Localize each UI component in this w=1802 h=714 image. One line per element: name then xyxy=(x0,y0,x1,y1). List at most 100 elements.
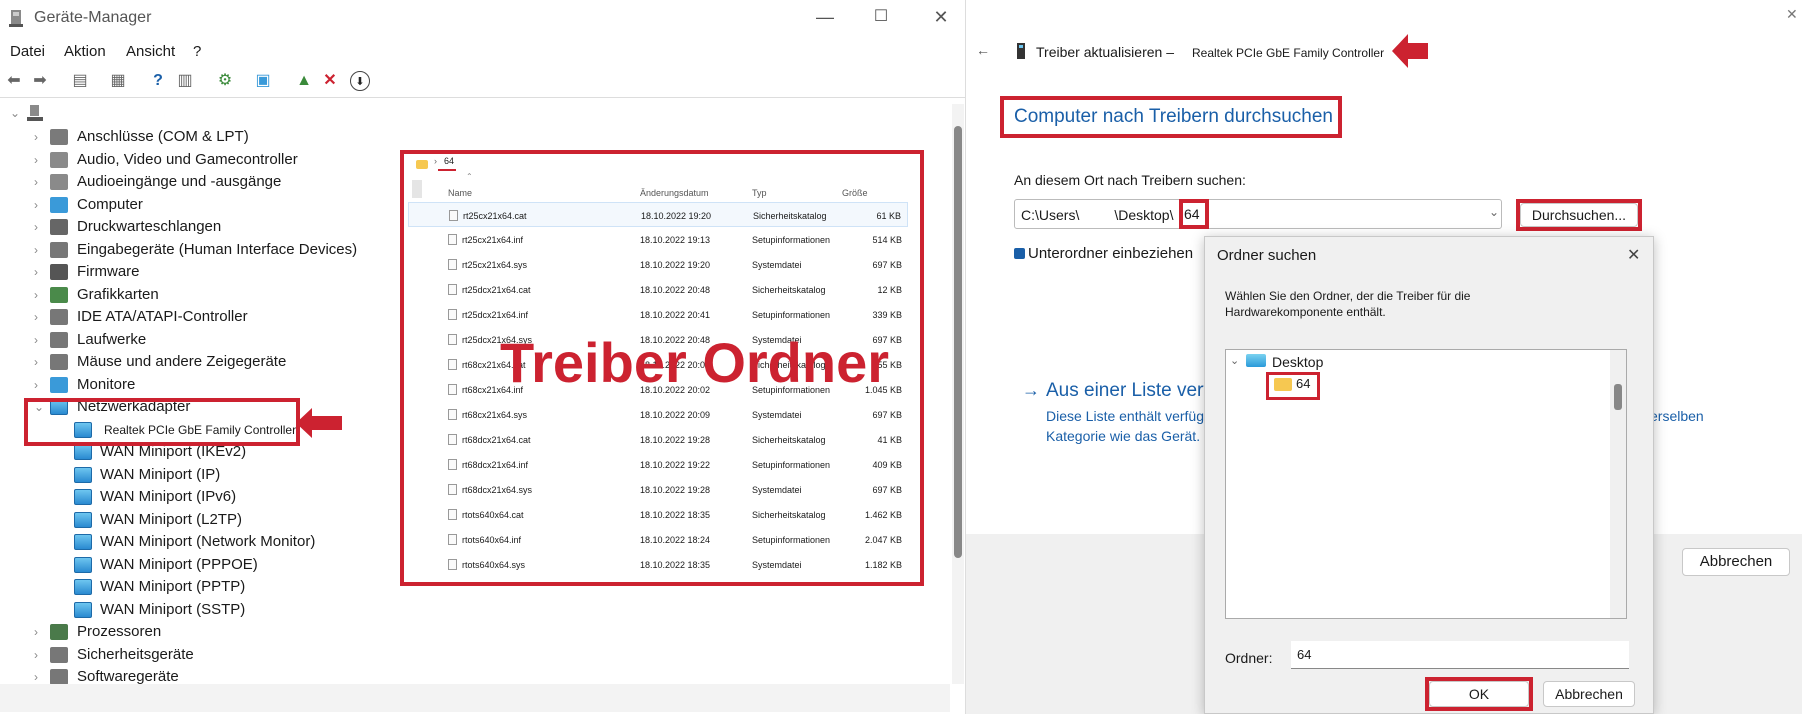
tree-category[interactable]: › Laufwerke xyxy=(0,329,400,351)
chevron-right-icon[interactable]: › xyxy=(34,306,46,328)
chevron-right-icon[interactable]: › xyxy=(34,261,46,283)
ide-icon xyxy=(50,309,68,325)
folder-dialog-desc-1: Wählen Sie den Ordner, der die Treiber f… xyxy=(1225,289,1471,303)
network-adapter-label: WAN Miniport (PPPOE) xyxy=(100,555,258,573)
chevron-right-icon[interactable]: › xyxy=(34,329,46,351)
scrollbar-thumb[interactable] xyxy=(954,126,962,558)
gpu-icon xyxy=(50,286,68,303)
chevron-right-icon[interactable]: › xyxy=(34,284,46,306)
tree-category[interactable]: › Druckwarteschlangen xyxy=(0,216,400,238)
hid-icon xyxy=(50,241,68,258)
tree-category[interactable]: › Audioeingänge und -ausgänge xyxy=(0,171,400,193)
back-arrow-icon[interactable]: ← xyxy=(976,42,990,58)
ok-button[interactable]: OK xyxy=(1429,681,1529,707)
chevron-right-icon[interactable]: › xyxy=(34,239,46,261)
tree-category[interactable]: › Sicherheitsgeräte xyxy=(0,644,400,666)
tree-category-label: Druckwarteschlangen xyxy=(77,218,222,235)
chevron-right-icon[interactable]: › xyxy=(34,149,46,171)
chevron-right-icon[interactable]: › xyxy=(34,194,46,216)
wan-miniport-item[interactable]: WAN Miniport (IPv6) xyxy=(0,486,400,508)
network-adapter-label: WAN Miniport (IP) xyxy=(100,465,221,483)
tree-vertical-scrollbar[interactable] xyxy=(952,104,964,684)
wan-miniport-item[interactable]: WAN Miniport (Network Monitor) xyxy=(0,531,400,553)
tree-expand-icon[interactable]: ⌄ xyxy=(1230,354,1239,367)
wan-miniport-item[interactable]: WAN Miniport (PPTP) xyxy=(0,576,400,598)
highlight-driver-folder xyxy=(400,150,924,586)
cancel-button[interactable]: Abbrechen xyxy=(1682,548,1790,576)
minimize-button[interactable]: — xyxy=(812,6,838,28)
install-driver-icon[interactable]: ▲ xyxy=(294,71,314,91)
wan-miniport-item[interactable]: WAN Miniport (SSTP) xyxy=(0,599,400,621)
uninstall-icon[interactable]: ✕ xyxy=(320,71,340,91)
path-highlight-value: 64 xyxy=(1184,206,1200,222)
chevron-right-icon[interactable]: › xyxy=(34,644,46,666)
tree-category[interactable]: › Mäuse und andere Zeigegeräte xyxy=(0,351,400,373)
speaker-icon xyxy=(50,151,68,168)
tree-category[interactable]: › Monitore xyxy=(0,374,400,396)
drive-icon xyxy=(50,331,68,348)
menu-help[interactable]: ? xyxy=(193,43,201,60)
device-manager-window: Geräte-Manager — ☐ ✕ Datei Aktion Ansich… xyxy=(0,0,966,714)
chevron-right-icon[interactable]: › xyxy=(34,351,46,373)
wan-miniport-item[interactable]: WAN Miniport (IP) xyxy=(0,464,400,486)
chevron-right-icon[interactable]: › xyxy=(34,216,46,238)
maximize-button[interactable]: ☐ xyxy=(868,6,894,28)
tree-category[interactable]: › Firmware xyxy=(0,261,400,283)
mouse-icon xyxy=(50,354,68,370)
tree-horizontal-scrollbar[interactable] xyxy=(0,684,950,712)
tree-category[interactable]: › Audio, Video und Gamecontroller xyxy=(0,149,400,171)
path-combobox[interactable]: C:\Users\ \Desktop\ ⌄ xyxy=(1014,199,1502,229)
menu-view[interactable]: Ansicht xyxy=(126,43,175,60)
chevron-right-icon[interactable]: › xyxy=(34,374,46,396)
browse-button[interactable]: Durchsuchen... xyxy=(1520,203,1638,227)
list-option-arrow-icon[interactable]: → xyxy=(1022,380,1040,401)
document-icon[interactable]: ▦ xyxy=(108,71,128,91)
forward-icon[interactable]: ➡ xyxy=(30,71,50,91)
network-adapter-label: WAN Miniport (PPTP) xyxy=(100,578,246,595)
folder-picker-dialog: Ordner suchen ✕ Wählen Sie den Ordner, d… xyxy=(1204,236,1654,714)
list-option-title[interactable]: Aus einer Liste verf xyxy=(1046,380,1209,402)
back-icon[interactable]: ⬅ xyxy=(4,71,24,91)
chevron-right-icon[interactable]: › xyxy=(34,171,46,193)
chevron-right-icon[interactable]: › xyxy=(34,126,46,148)
tree-category[interactable]: › Grafikkarten xyxy=(0,284,400,306)
menu-action[interactable]: Aktion xyxy=(64,43,106,60)
menu-file[interactable]: Datei xyxy=(10,43,45,60)
folder-tree: ⌄ Desktop 64 xyxy=(1225,349,1627,619)
network-adapter-icon xyxy=(74,601,92,618)
red-arrow-icon xyxy=(296,408,342,438)
dialog-heading: Computer nach Treibern durchsuchen xyxy=(1014,106,1333,127)
close-button[interactable]: ✕ xyxy=(928,6,954,28)
dropdown-chevron-icon[interactable]: ⌄ xyxy=(1489,205,1499,219)
properties-icon[interactable]: ▤ xyxy=(70,71,90,91)
wan-miniport-item[interactable]: WAN Miniport (L2TP) xyxy=(0,509,400,531)
computer-icon xyxy=(50,196,68,213)
list-view-icon[interactable]: ▥ xyxy=(175,71,195,91)
software-icon xyxy=(50,669,68,685)
update-driver-icon[interactable]: ⚙ xyxy=(215,71,235,91)
dialog-close-icon[interactable]: ✕ xyxy=(1786,6,1798,23)
tree-folder-64[interactable]: 64 xyxy=(1296,376,1310,391)
folder-dialog-close-icon[interactable]: ✕ xyxy=(1627,245,1640,265)
folder-input[interactable]: 64 xyxy=(1291,641,1629,669)
list-option-desc-end: erselben xyxy=(1650,408,1704,424)
tree-category[interactable]: › Eingabegeräte (Human Interface Devices) xyxy=(0,239,400,261)
tree-category[interactable]: › Prozessoren xyxy=(0,621,400,643)
tree-category[interactable]: › IDE ATA/ATAPI-Controller xyxy=(0,306,400,328)
tree-desktop[interactable]: Desktop xyxy=(1272,354,1323,370)
subfolders-checkbox[interactable] xyxy=(1014,248,1025,259)
tree-category[interactable]: › Anschlüsse (COM & LPT) xyxy=(0,126,400,148)
wan-miniport-item[interactable]: WAN Miniport (PPPOE) xyxy=(0,554,400,576)
chevron-down-icon[interactable]: ⌄ xyxy=(10,106,22,120)
help-icon[interactable]: ? xyxy=(148,71,168,91)
tree-category-label: Firmware xyxy=(77,263,140,280)
download-icon[interactable]: ⬇ xyxy=(350,71,370,91)
scan-hardware-icon[interactable]: ▣ xyxy=(253,71,273,91)
chevron-right-icon[interactable]: › xyxy=(34,621,46,643)
tree-category[interactable]: › Computer xyxy=(0,194,400,216)
list-option-desc: Diese Liste enthält verfüg xyxy=(1046,408,1204,424)
folder-tree-scroll-thumb[interactable] xyxy=(1614,384,1622,410)
folder-cancel-button[interactable]: Abbrechen xyxy=(1543,681,1635,707)
folder-tree-scrollbar[interactable] xyxy=(1610,350,1626,618)
tree-category-label: Sicherheitsgeräte xyxy=(77,645,194,663)
